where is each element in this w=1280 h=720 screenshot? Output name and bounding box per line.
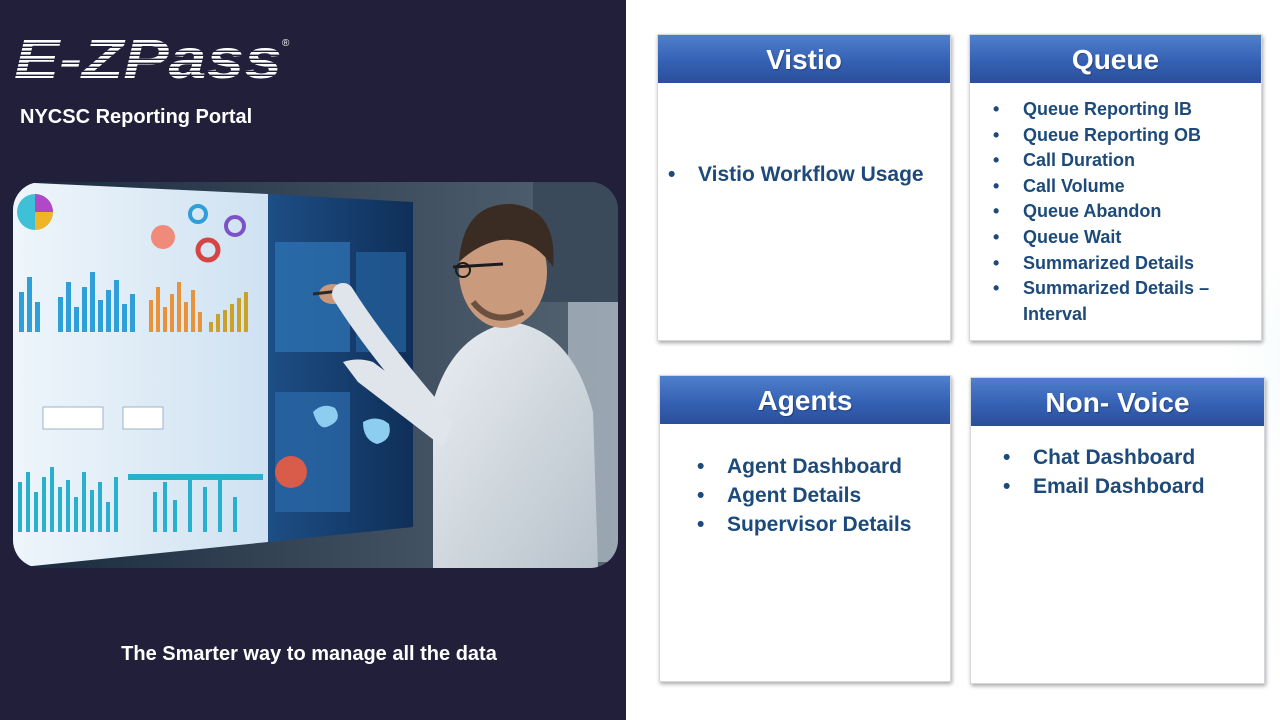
non-voice-card-title: Non- Voice <box>971 378 1264 426</box>
call-duration-link[interactable]: Call Duration <box>993 148 1248 174</box>
vistio-list: Vistio Workflow Usage <box>668 163 924 187</box>
chat-dashboard-link[interactable]: Chat Dashboard <box>1003 443 1205 472</box>
email-dashboard-link[interactable]: Email Dashboard <box>1003 472 1204 501</box>
portal-title: NYCSC Reporting Portal <box>20 106 253 128</box>
call-volume-link[interactable]: Call Volume <box>993 174 1248 200</box>
hero-image <box>13 182 618 568</box>
non-voice-card: Non- Voice Chat Dashboard Email Dashboar… <box>970 377 1265 684</box>
queue-reporting-ob-link[interactable]: Queue Reporting OB <box>993 123 1248 149</box>
queue-wait-link[interactable]: Queue Wait <box>993 225 1248 251</box>
left-panel: E-ZPass ® NYCSC Reporting Portal The Sma… <box>0 0 626 720</box>
ezpass-logo: E-ZPass ® <box>14 28 290 84</box>
vistio-workflow-usage-link[interactable]: Vistio Workflow Usage <box>668 163 924 187</box>
agent-details-link[interactable]: Agent Details <box>697 481 911 510</box>
tagline: The Smarter way to manage all the data <box>121 643 497 665</box>
agent-dashboard-link[interactable]: Agent Dashboard <box>697 452 911 481</box>
queue-card: Queue Queue Reporting IB Queue Reporting… <box>969 34 1262 341</box>
svg-text:®: ® <box>282 38 290 49</box>
summarized-details-link[interactable]: Summarized Details <box>993 251 1248 277</box>
queue-abandon-link[interactable]: Queue Abandon <box>993 199 1248 225</box>
queue-reporting-ib-link[interactable]: Queue Reporting IB <box>993 97 1248 123</box>
vistio-card: Vistio Vistio Workflow Usage <box>657 34 951 341</box>
non-voice-list: Chat Dashboard Email Dashboard <box>1003 443 1205 501</box>
queue-list: Queue Reporting IB Queue Reporting OB Ca… <box>993 97 1248 327</box>
agents-card-title: Agents <box>660 376 950 424</box>
ezpass-logo-text: E-ZPass <box>14 28 282 84</box>
agents-list: Agent Dashboard Agent Details Supervisor… <box>697 452 911 539</box>
supervisor-details-link[interactable]: Supervisor Details <box>697 510 911 539</box>
summarized-details-interval-link[interactable]: Summarized Details – Interval <box>993 276 1248 327</box>
reflection-fade <box>13 570 618 642</box>
agents-card: Agents Agent Dashboard Agent Details Sup… <box>659 375 951 682</box>
queue-card-title: Queue <box>970 35 1261 83</box>
vistio-card-title: Vistio <box>658 35 950 83</box>
